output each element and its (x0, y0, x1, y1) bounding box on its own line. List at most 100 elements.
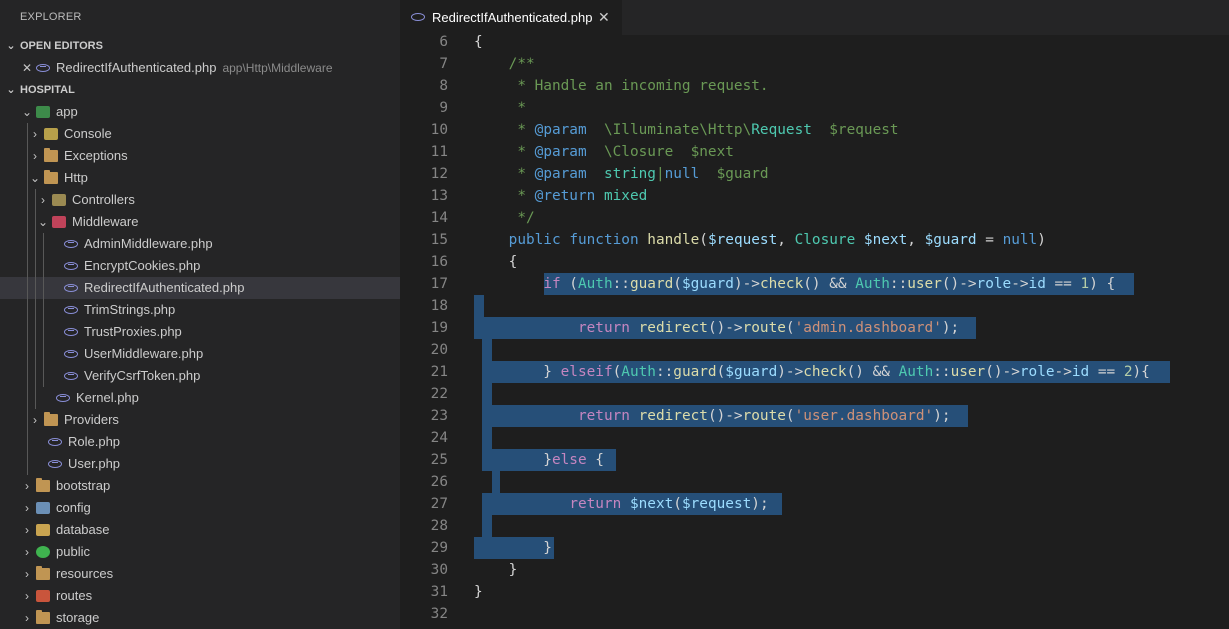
chevron-right-icon[interactable]: › (36, 189, 50, 211)
line-number: 25 (430, 452, 448, 468)
code-line[interactable]: 15 public function handle($request, Clos… (400, 229, 1229, 251)
code-token: if (543, 276, 561, 292)
code-line[interactable]: 32 (400, 603, 1229, 625)
chevron-right-icon[interactable]: › (28, 123, 42, 145)
code-line[interactable]: 19 return redirect()->route('admin.dashb… (400, 317, 1229, 339)
chevron-right-icon[interactable]: › (28, 409, 42, 431)
code-token: redirect (638, 320, 708, 336)
code-line[interactable]: 13 * @return mixed (400, 185, 1229, 207)
folder-icon (36, 610, 50, 624)
file-item[interactable]: RedirectIfAuthenticated.php (0, 277, 400, 299)
code-token: { (474, 254, 518, 270)
project-header[interactable]: ⌄ HOSPITAL (0, 79, 400, 101)
close-icon[interactable]: ✕ (598, 0, 610, 35)
folder-item[interactable]: ⌄ Middleware (0, 211, 400, 233)
chevron-right-icon[interactable]: › (20, 607, 34, 629)
folder-item[interactable]: › Providers (0, 409, 400, 431)
file-item[interactable]: User.php (0, 453, 400, 475)
code-line[interactable]: 28 (400, 515, 1229, 537)
file-item[interactable]: TrimStrings.php (0, 299, 400, 321)
code-line[interactable]: 27 return $next($request); (400, 493, 1229, 515)
folder-item[interactable]: › public (0, 541, 400, 563)
line-number: 27 (430, 496, 448, 512)
code-line[interactable]: 10 * @param \Illuminate\Http\Request $re… (400, 119, 1229, 141)
code-line[interactable]: 16 { (400, 251, 1229, 273)
code-text: * Handle an incoming request. (474, 75, 768, 97)
code-line[interactable]: 8 * Handle an incoming request. (400, 75, 1229, 97)
file-item[interactable]: TrustProxies.php (0, 321, 400, 343)
chevron-down-icon[interactable]: ⌄ (28, 167, 42, 189)
code-line[interactable]: 26 (400, 471, 1229, 493)
php-file-icon (48, 460, 62, 468)
code-text: * (474, 97, 526, 119)
code-line[interactable]: 30 } (400, 559, 1229, 581)
folder-item[interactable]: › bootstrap (0, 475, 400, 497)
file-item[interactable]: EncryptCookies.php (0, 255, 400, 277)
code-token: role (976, 276, 1012, 292)
folder-item[interactable]: › routes (0, 585, 400, 607)
code-token: :: (612, 276, 630, 292)
tab-redirect-if-authenticated[interactable]: RedirectIfAuthenticated.php ✕ (400, 0, 622, 35)
code-line[interactable]: 14 */ (400, 207, 1229, 229)
code-line[interactable]: 25 }else { (400, 449, 1229, 471)
code-area[interactable]: 5class RedirectIfAuthenticated6{7 /**8 *… (400, 12, 1229, 629)
close-icon[interactable]: ✕ (20, 57, 34, 79)
code-token: ( (785, 408, 795, 424)
code-line[interactable]: 31} (400, 581, 1229, 603)
indent-guide (43, 299, 44, 321)
tree-item-label: Role.php (68, 434, 121, 449)
code-line[interactable]: 12 * @param string|null $guard (400, 163, 1229, 185)
file-item[interactable]: VerifyCsrfToken.php (0, 365, 400, 387)
indent-guide (43, 321, 44, 343)
chevron-right-icon[interactable]: › (20, 475, 34, 497)
code-token: () && (803, 276, 856, 292)
code-line[interactable]: 11 * @param \Closure $next (400, 141, 1229, 163)
php-file-icon (64, 372, 78, 380)
code-token: :: (889, 276, 908, 292)
folder-item[interactable]: ⌄ app (0, 101, 400, 123)
folder-item[interactable]: › Controllers (0, 189, 400, 211)
chevron-right-icon[interactable]: › (20, 563, 34, 585)
open-editors-header[interactable]: ⌄ OPEN EDITORS (0, 35, 400, 57)
file-item[interactable]: AdminMiddleware.php (0, 233, 400, 255)
code-line[interactable]: 21 } elseif(Auth::guard($guard)->check()… (400, 361, 1229, 383)
folder-open-icon (44, 170, 58, 184)
code-line[interactable]: 29 } (400, 537, 1229, 559)
folder-icon (44, 412, 58, 426)
folder-item[interactable]: › config (0, 497, 400, 519)
code-token: \Illuminate\Http\ (586, 122, 752, 138)
file-item[interactable]: Kernel.php (0, 387, 400, 409)
code-token: ()-> (985, 364, 1020, 380)
folder-item[interactable]: › storage (0, 607, 400, 629)
code-line[interactable]: 7 /** (400, 53, 1229, 75)
code-line[interactable]: 24 (400, 427, 1229, 449)
folder-item[interactable]: › database (0, 519, 400, 541)
folder-item[interactable]: › resources (0, 563, 400, 585)
file-item[interactable]: Role.php (0, 431, 400, 453)
chevron-right-icon[interactable]: › (20, 519, 34, 541)
chevron-right-icon[interactable]: › (20, 497, 34, 519)
chevron-right-icon[interactable]: › (20, 585, 34, 607)
code-text: * @param string|null $guard (474, 163, 768, 185)
chevron-down-icon[interactable]: ⌄ (20, 101, 34, 123)
code-line[interactable]: 18 (400, 295, 1229, 317)
chevron-right-icon[interactable]: › (20, 541, 34, 563)
code-editor[interactable]: 5class RedirectIfAuthenticated6{7 /**8 *… (400, 0, 1229, 629)
folder-item[interactable]: ⌄ Http (0, 167, 400, 189)
code-token: $guard (725, 364, 778, 380)
code-line[interactable]: 17 if (Auth::guard($guard)->check() && A… (400, 273, 1229, 295)
folder-item[interactable]: › Console (0, 123, 400, 145)
chevron-down-icon[interactable]: ⌄ (36, 211, 50, 233)
php-file-icon (64, 350, 78, 358)
open-editor-item[interactable]: ✕ RedirectIfAuthenticated.php app\Http\Mi… (0, 57, 400, 79)
folder-item[interactable]: › Exceptions (0, 145, 400, 167)
chevron-right-icon[interactable]: › (28, 145, 42, 167)
code-line[interactable]: 22 (400, 383, 1229, 405)
code-line[interactable]: 23 return redirect()->route('user.dashbo… (400, 405, 1229, 427)
code-line[interactable]: 20 (400, 339, 1229, 361)
code-line[interactable]: 9 * (400, 97, 1229, 119)
file-item[interactable]: UserMiddleware.php (0, 343, 400, 365)
